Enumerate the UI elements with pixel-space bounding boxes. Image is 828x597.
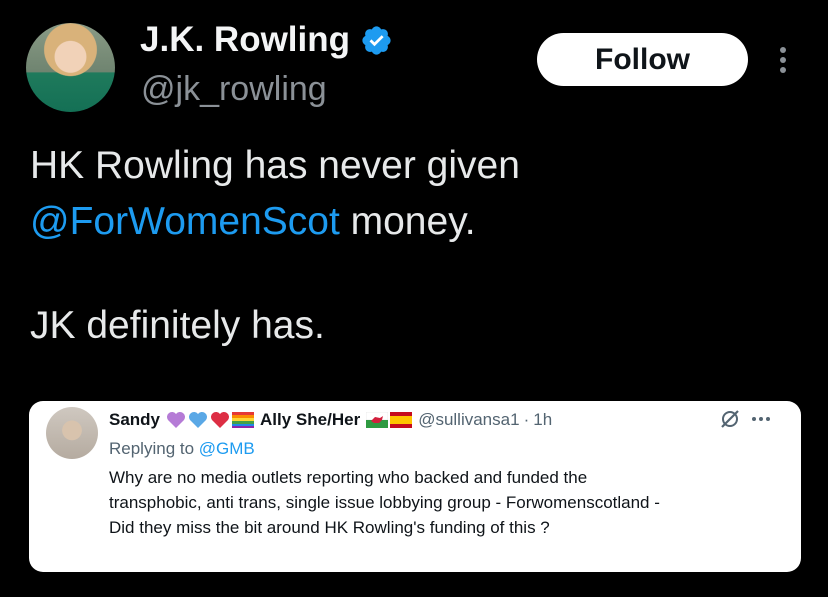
quoted-pronouns: Ally She/Her (260, 410, 361, 429)
quoted-actions (719, 408, 771, 430)
mention-link[interactable]: @ForWomenScot (30, 200, 340, 243)
author-handle[interactable]: @jk_rowling (141, 70, 327, 109)
more-vertical-icon[interactable] (773, 44, 793, 76)
quoted-tweet[interactable]: Sandy Ally She/Her @sullivansa1 · 1h Rep… (29, 401, 801, 572)
grok-icon[interactable] (719, 408, 741, 430)
red-heart-emoji (211, 412, 230, 428)
more-horizontal-icon[interactable] (751, 415, 771, 423)
replying-prefix: Replying to (109, 439, 199, 458)
quoted-header: Sandy Ally She/Her @sullivansa1 · 1h (109, 408, 552, 432)
separator-dot: · (523, 410, 530, 429)
quoted-time[interactable]: 1h (533, 410, 552, 430)
author-name-row[interactable]: J.K. Rowling (140, 20, 393, 60)
tweet-text: HK Rowling has never given @ForWomenScot… (30, 138, 520, 354)
quoted-handle[interactable]: @sullivansa1 (418, 410, 519, 430)
follow-button[interactable]: Follow (537, 33, 748, 86)
blue-heart-emoji (189, 412, 208, 428)
wales-flag-emoji (366, 412, 389, 428)
purple-heart-emoji (167, 412, 186, 428)
tweet-line-1: HK Rowling has never given (30, 144, 520, 187)
tweet-line-2: @ForWomenScot money. (30, 194, 520, 250)
quoted-line-2: transphobic, anti trans, single issue lo… (109, 493, 660, 512)
tweet-line-3: JK definitely has. (30, 304, 325, 347)
quoted-line-3: Did they miss the bit around HK Rowling'… (109, 518, 550, 537)
quoted-avatar[interactable] (46, 407, 98, 459)
author-avatar[interactable] (26, 23, 115, 112)
replying-to-link[interactable]: @GMB (199, 439, 255, 458)
quoted-text: Why are no media outlets reporting who b… (109, 465, 789, 540)
verified-badge-icon (362, 25, 391, 55)
quoted-line-1: Why are no media outlets reporting who b… (109, 468, 588, 487)
rainbow-flag-emoji (232, 412, 255, 428)
replying-to: Replying to @GMB (109, 439, 255, 459)
quoted-name[interactable]: Sandy (109, 410, 160, 430)
emoji-row (166, 411, 255, 429)
author-name[interactable]: J.K. Rowling (140, 20, 350, 60)
spain-flag-emoji (390, 412, 413, 428)
tweet-line-2-rest: money. (339, 200, 476, 243)
